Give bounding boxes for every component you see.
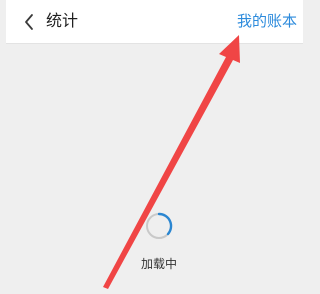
my-account-book-link[interactable]: 我的账本	[237, 11, 297, 31]
back-button[interactable]	[18, 9, 40, 35]
spinner-icon	[146, 212, 173, 239]
nav-bar: 统计 我的账本	[6, 0, 303, 44]
loading-label: 加载中	[140, 257, 177, 271]
statistics-screen: 统计 我的账本 加载中	[0, 0, 309, 294]
page-title: 统计	[46, 11, 79, 30]
arrow-annotation-icon	[103, 35, 240, 289]
chevron-left-icon	[25, 14, 33, 30]
loading-spinner	[144, 211, 174, 241]
